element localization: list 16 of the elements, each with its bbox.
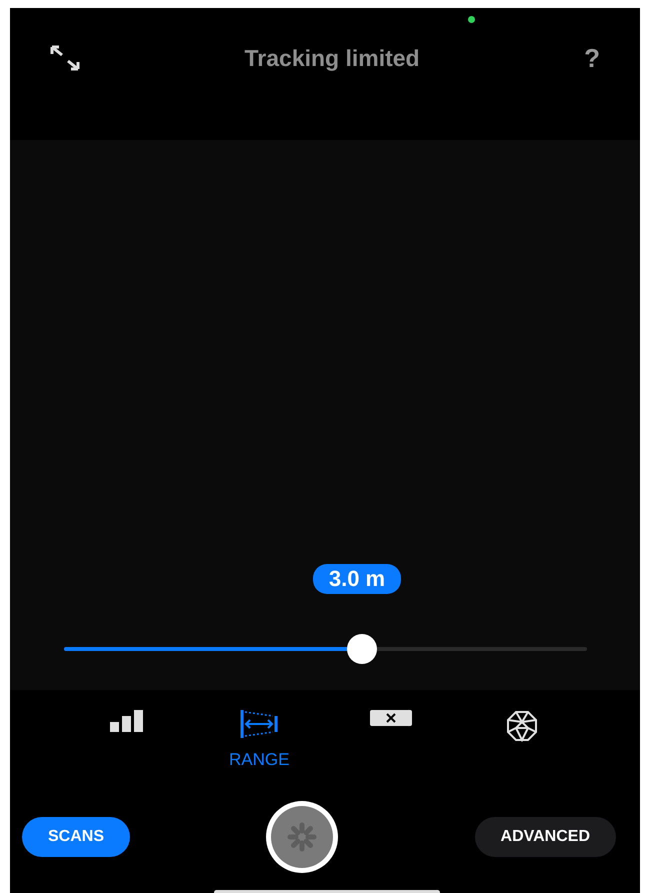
scans-button[interactable]: SCANS	[22, 817, 130, 857]
range-icon	[240, 710, 278, 738]
status-dot	[468, 16, 475, 23]
tool-button[interactable]	[506, 710, 538, 742]
mesh-icon	[506, 710, 538, 742]
tracking-status: Tracking limited	[244, 44, 420, 72]
tool-label: RANGE	[229, 750, 290, 770]
slider-thumb[interactable]	[346, 634, 377, 664]
advanced-button[interactable]: ADVANCED	[474, 817, 616, 857]
tool-button[interactable]	[110, 710, 146, 734]
bars-icon	[110, 710, 146, 734]
close-icon	[370, 710, 412, 726]
tool-button[interactable]	[370, 710, 412, 726]
expand-icon[interactable]	[50, 45, 80, 71]
help-button[interactable]: ?	[584, 42, 600, 74]
range-reading: 3.0 m	[312, 564, 402, 594]
